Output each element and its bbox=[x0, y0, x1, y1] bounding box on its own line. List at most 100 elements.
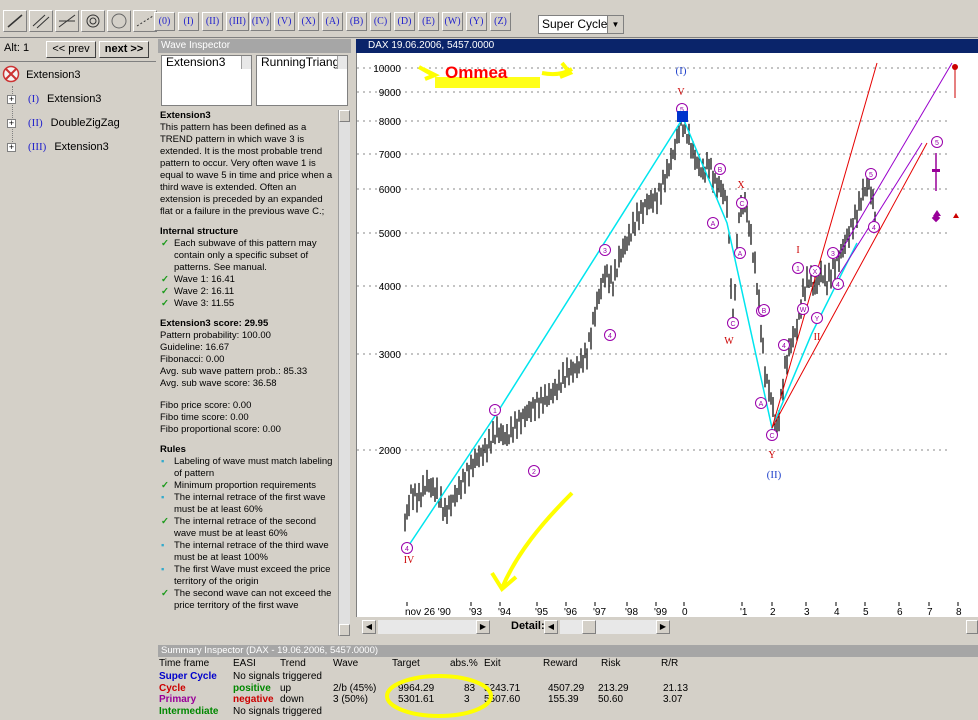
summary-cell-frame: Primary bbox=[159, 694, 197, 705]
wave-circle-label: Y bbox=[815, 316, 820, 323]
check-icon: ✓ bbox=[161, 588, 169, 599]
tree-root-label: Extension3 bbox=[26, 69, 81, 81]
wave-button[interactable]: (IV) bbox=[250, 12, 271, 31]
wave-button[interactable]: (D) bbox=[394, 12, 415, 31]
wave-button[interactable]: (B) bbox=[346, 12, 367, 31]
wave-tree[interactable]: Extension3 + (I) Extension3 + (II) DoubleZigZ… bbox=[0, 61, 156, 631]
target-highlight-ellipse bbox=[385, 674, 493, 718]
next-button[interactable]: next >> bbox=[99, 41, 149, 58]
summary-header: Time frame bbox=[159, 658, 210, 669]
wave-button[interactable]: (E) bbox=[418, 12, 439, 31]
internal-item: ✓ Wave 3: 11.55 bbox=[160, 298, 336, 310]
wave-button[interactable]: (III) bbox=[226, 12, 249, 31]
expand-icon[interactable]: + bbox=[7, 118, 16, 128]
annotation-text: Ommea bbox=[445, 63, 508, 82]
line-tool-icon[interactable] bbox=[3, 10, 27, 32]
score-line: Fibonacci: 0.00 bbox=[160, 354, 225, 365]
rule-text: The first Wave must exceed the price ter… bbox=[174, 564, 331, 587]
tree-child[interactable]: + (II) DoubleZigZag bbox=[7, 112, 120, 134]
x-tick-label: '98 bbox=[625, 607, 638, 617]
list-scrollbar[interactable] bbox=[337, 56, 347, 69]
highlight-arrow-icon bbox=[490, 491, 574, 593]
wave-button[interactable]: (X) bbox=[298, 12, 319, 31]
summary-cell-rr: 3.07 bbox=[663, 694, 683, 705]
price-chart[interactable]: 10000 9000 8000 7000 6000 5000 4000 3000 2000 nov… bbox=[356, 53, 978, 637]
scroll-end-button[interactable] bbox=[966, 620, 978, 634]
wave-circle-label: A bbox=[759, 401, 764, 408]
wave-button[interactable]: (0) bbox=[154, 12, 175, 31]
tree-child-label: DoubleZigZag bbox=[50, 117, 120, 129]
summary-header: Reward bbox=[543, 658, 578, 669]
spiral-tool-icon[interactable] bbox=[107, 10, 131, 32]
pattern-list-item[interactable]: RunningTriangl bbox=[259, 56, 347, 69]
check-icon: ✓ bbox=[161, 238, 169, 249]
y-tick-label: 5000 bbox=[379, 229, 402, 240]
tree-root[interactable]: Extension3 bbox=[2, 64, 81, 86]
wave-button[interactable]: (A) bbox=[322, 12, 343, 31]
internal-item-text: Each subwave of this pattern may contain… bbox=[174, 238, 317, 273]
wave-circle-label: A bbox=[738, 251, 743, 258]
pattern-list-right[interactable]: RunningTrianglTriangleContrTriangleAscDe… bbox=[256, 55, 348, 106]
wave-button[interactable]: (I) bbox=[178, 12, 199, 31]
horizontal-scrollbar[interactable]: ◀ ▶ Detail: ◀ ▶ bbox=[356, 617, 978, 637]
inspector-scrollbar[interactable] bbox=[338, 110, 350, 636]
pattern-description: This pattern has been defined as a TREND… bbox=[160, 122, 333, 217]
rule-text: The internal retrace of the second wave … bbox=[174, 516, 317, 539]
internal-item-text: Wave 1: 16.41 bbox=[174, 274, 235, 285]
pattern-list-item[interactable]: Extension3 bbox=[164, 56, 251, 69]
chevron-down-icon[interactable]: ▼ bbox=[607, 16, 623, 33]
prev-button[interactable]: << prev bbox=[46, 41, 96, 58]
summary-cell-easi: No signals triggered bbox=[233, 671, 322, 682]
score-heading: Extension3 score: 29.95 bbox=[160, 318, 269, 329]
check-icon: ✓ bbox=[161, 274, 169, 285]
tree-child[interactable]: + (I) Extension3 bbox=[7, 88, 101, 110]
wave-button[interactable]: (Z) bbox=[490, 12, 511, 31]
rule-text: The second wave can not exceed the price… bbox=[174, 588, 332, 611]
wave-circle-label: C bbox=[769, 433, 774, 440]
tree-child[interactable]: + (III) Extension3 bbox=[7, 136, 109, 158]
rule-text: The internal retrace of the first wave m… bbox=[174, 492, 326, 515]
x-tick-label: nov 26 '90 bbox=[405, 607, 451, 617]
summary-header: abs.% bbox=[450, 658, 478, 669]
rule-text: Labeling of wave must match labeling of … bbox=[174, 456, 333, 479]
channel-line bbox=[836, 62, 953, 259]
x-tick-label: 2 bbox=[770, 607, 776, 617]
list-scrollbar[interactable] bbox=[241, 56, 251, 69]
scroll-left-icon[interactable]: ◀ bbox=[362, 620, 376, 634]
detail-left-icon[interactable]: ◀ bbox=[544, 620, 558, 634]
summary-table: Time frame EASI Trend Wave Target abs.% Exit Re… bbox=[158, 657, 978, 720]
detail-right-icon[interactable]: ▶ bbox=[656, 620, 670, 634]
scroll-right-icon[interactable]: ▶ bbox=[476, 620, 490, 634]
wave-inspector-text: Extension3 This pattern has been defined… bbox=[160, 110, 336, 636]
x-tick-label: '1 bbox=[740, 607, 748, 617]
parallel-lines-icon[interactable] bbox=[29, 10, 53, 32]
wave-button[interactable]: (II) bbox=[202, 12, 223, 31]
wave-label-X: X bbox=[737, 180, 745, 191]
y-tick-label: 6000 bbox=[379, 185, 402, 196]
detail-thumb[interactable] bbox=[582, 620, 596, 634]
chart-canvas[interactable]: 10000 9000 8000 7000 6000 5000 4000 3000 2000 nov… bbox=[357, 53, 978, 617]
summary-header: Trend bbox=[280, 658, 306, 669]
price-bars bbox=[404, 105, 876, 532]
check-icon: ✓ bbox=[161, 516, 169, 527]
wave-circle-label: 1 bbox=[796, 266, 800, 273]
summary-cell-risk: 213.29 bbox=[598, 682, 629, 694]
summary-header: EASI bbox=[233, 658, 256, 669]
expand-icon[interactable]: + bbox=[7, 94, 16, 104]
y-tick-label: 2000 bbox=[379, 446, 402, 457]
pattern-list-left[interactable]: Extension3Extension5ImpulseZigZag bbox=[161, 55, 252, 106]
expand-icon[interactable]: + bbox=[7, 142, 16, 152]
wave-circle-label: 5 bbox=[935, 140, 939, 147]
wave-button[interactable]: (Y) bbox=[466, 12, 487, 31]
circle-tool-icon[interactable] bbox=[81, 10, 105, 32]
summary-cell-frame: Cycle bbox=[159, 682, 186, 694]
fibo-tool-icon[interactable] bbox=[55, 10, 79, 32]
info-icon: ▪ bbox=[161, 456, 165, 467]
wave-button[interactable]: (W) bbox=[442, 12, 463, 31]
wave-circle-label: 4 bbox=[872, 225, 876, 232]
degree-select[interactable]: Super Cycle ▼ bbox=[538, 15, 624, 34]
wave-button[interactable]: (V) bbox=[274, 12, 295, 31]
score-line: Guideline: 16.67 bbox=[160, 342, 230, 353]
wave-button[interactable]: (C) bbox=[370, 12, 391, 31]
wave-circle-label: C bbox=[730, 321, 735, 328]
